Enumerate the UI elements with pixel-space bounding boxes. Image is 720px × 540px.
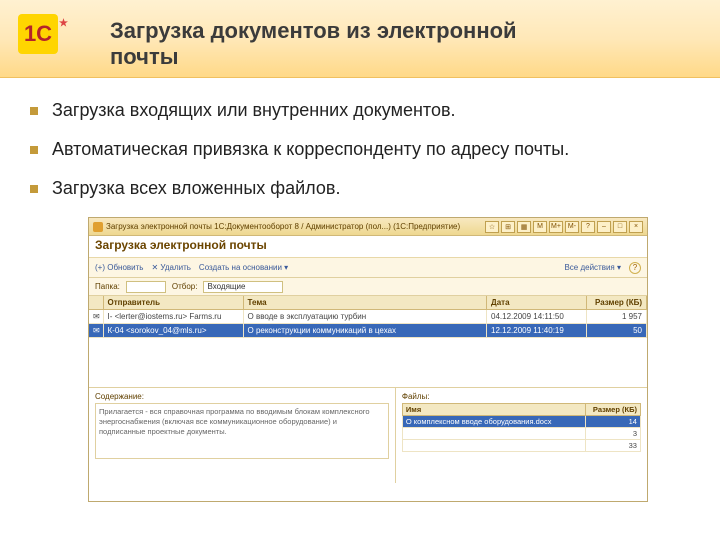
filterbar: Папка: Отбор: Входящие [89,278,647,296]
folder-input[interactable] [126,281,166,293]
mail-icon: ✉ [89,310,103,324]
cell-from: I- <lerter@iostems.ru> Farms.ru [103,310,243,324]
create-based-button[interactable]: Создать на основании ▾ [199,263,288,272]
col-subject: Тема [243,296,487,310]
cell-subject: О реконструкции коммуникаций в цехах [243,324,487,338]
table-row-selected[interactable]: ✉ К-04 <sorokov_04@mls.ru> О реконструкц… [89,324,647,338]
file-name: О комплексном вводе оборудования.docx [402,416,585,428]
tb-btn-max[interactable]: □ [613,221,627,233]
cell-from: К-04 <sorokov_04@mls.ru> [103,324,243,338]
logo-star-icon: ★ [59,18,68,29]
col-from: Отправитель [103,296,243,310]
titlebar-buttons: ☆ ⊞ ▦ M M+ M- ? – □ × [485,221,643,233]
slide-header: 1С ★ Загрузка документов из электронной … [0,0,720,78]
messages-table: Отправитель Тема Дата Размер (КБ) ✉ I- <… [89,296,647,338]
files-table: ИмяРазмер (КБ) О комплексном вводе обору… [402,403,641,452]
cell-size: 50 [587,324,647,338]
form-heading: Загрузка электронной почты [89,236,647,258]
list-item: Автоматическая привязка к корреспонденту… [30,139,720,160]
tb-btn[interactable]: M [533,221,547,233]
file-size: 14 [585,416,640,428]
files-panel: Файлы: ИмяРазмер (КБ) О комплексном ввод… [396,388,647,483]
tb-btn[interactable]: M- [565,221,579,233]
bullet-text: Загрузка всех вложенных файлов. [52,178,340,199]
bullet-text: Загрузка входящих или внутренних докумен… [52,100,456,121]
files-col-name: Имя [402,404,585,416]
description-panel: Содержание: Прилагается - вся справочная… [89,388,396,483]
bullet-list: Загрузка входящих или внутренних докумен… [30,100,720,199]
filter-label: Папка: [95,282,120,291]
bullet-icon [30,185,38,193]
description-text: Прилагается - вся справочная программа п… [95,403,389,459]
file-name [402,440,585,452]
tb-btn[interactable]: ? [581,221,595,233]
tb-btn-close[interactable]: × [629,221,643,233]
files-label: Файлы: [402,392,641,401]
file-size: 33 [585,440,640,452]
list-item: Загрузка всех вложенных файлов. [30,178,720,199]
tb-btn-min[interactable]: – [597,221,611,233]
slide-title-line2: почты [110,44,179,70]
bullet-icon [30,107,38,115]
table-header-row: Отправитель Тема Дата Размер (КБ) [89,296,647,310]
app-icon [93,222,103,232]
slide-title-line1: Загрузка документов из электронной [110,18,517,44]
cell-subject: О вводе в эксплуатацию турбин [243,310,487,324]
table-row[interactable]: ✉ I- <lerter@iostems.ru> Farms.ru О ввод… [89,310,647,324]
tb-btn[interactable]: ▦ [517,221,531,233]
mail-icon: ✉ [89,324,103,338]
logo-text: 1С [24,21,52,47]
help-icon[interactable]: ? [629,262,641,274]
toolbar: (+) Обновить ✕ Удалить Создать на основа… [89,258,647,278]
all-actions-button[interactable]: Все действия ▾ [564,263,621,272]
bullet-text: Автоматическая привязка к корреспонденту… [52,139,569,160]
list-item: Загрузка входящих или внутренних докумен… [30,100,720,121]
filter-label: Отбор: [172,282,198,291]
bullet-icon [30,146,38,154]
cell-date: 12.12.2009 11:40:19 [487,324,587,338]
col-size: Размер (КБ) [587,296,647,310]
file-name [402,428,585,440]
window-titlebar: Загрузка электронной почты 1С:Документоо… [89,218,647,236]
filter-input[interactable]: Входящие [203,281,283,293]
delete-button[interactable]: ✕ Удалить [151,263,190,272]
files-col-size: Размер (КБ) [585,404,640,416]
file-row[interactable]: 33 [402,440,640,452]
tb-btn[interactable]: ⊞ [501,221,515,233]
file-size: 3 [585,428,640,440]
embedded-screenshot: Загрузка электронной почты 1С:Документоо… [88,217,648,502]
tb-btn[interactable]: ☆ [485,221,499,233]
file-row[interactable]: 3 [402,428,640,440]
refresh-button[interactable]: (+) Обновить [95,263,143,272]
cell-date: 04.12.2009 14:11:50 [487,310,587,324]
window-title: Загрузка электронной почты 1С:Документоо… [106,222,482,231]
logo-1c: 1С ★ [18,14,78,62]
bottom-panel: Содержание: Прилагается - вся справочная… [89,388,647,483]
col-date: Дата [487,296,587,310]
file-row-selected[interactable]: О комплексном вводе оборудования.docx14 [402,416,640,428]
tb-btn[interactable]: M+ [549,221,563,233]
cell-size: 1 957 [587,310,647,324]
description-label: Содержание: [95,392,389,401]
col-icon [89,296,103,310]
